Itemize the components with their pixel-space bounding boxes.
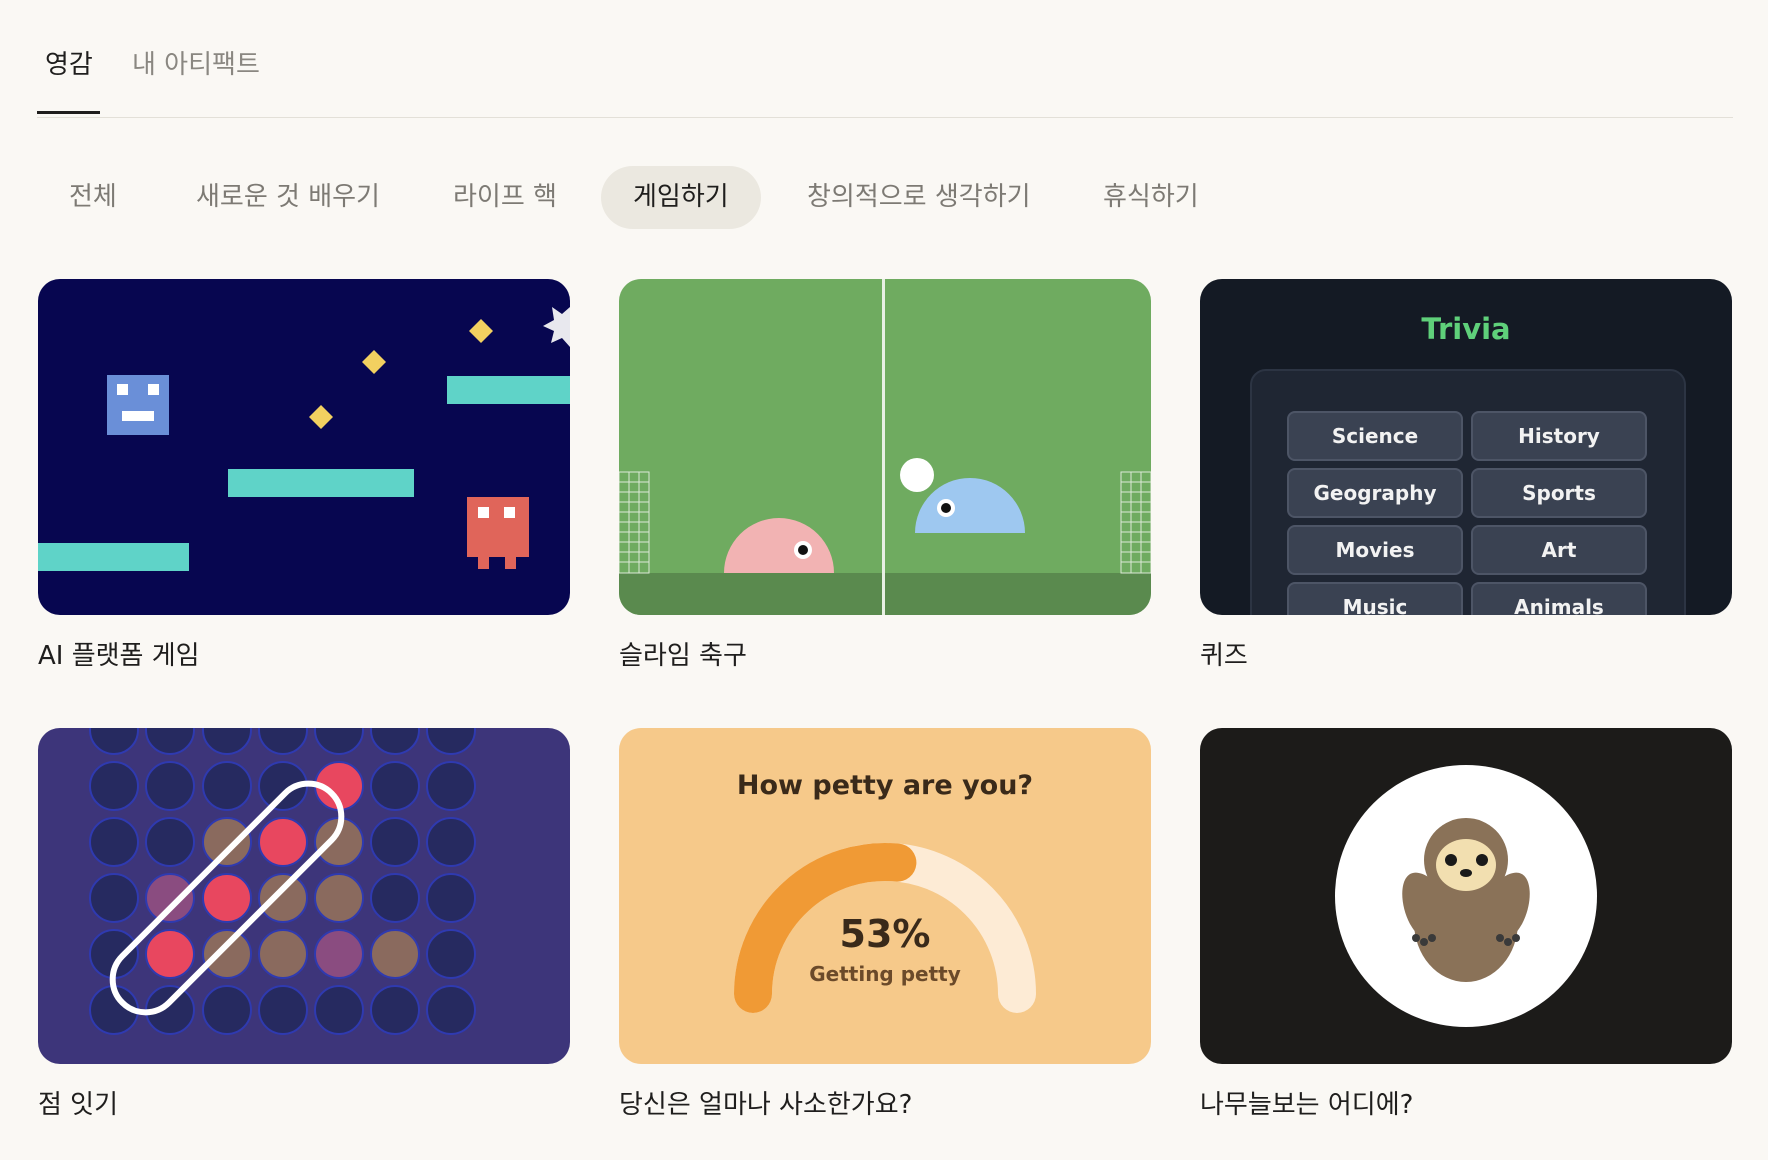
board-slot (202, 728, 252, 755)
tab-inspiration[interactable]: 영감 (45, 44, 93, 81)
board-slot (145, 761, 195, 811)
card-connect-dots[interactable]: 점 잇기 (38, 728, 570, 1121)
board-slot (145, 817, 195, 867)
board-slot (370, 817, 420, 867)
board-slot (314, 728, 364, 755)
board-slot (202, 929, 252, 979)
petty-status: Getting petty (809, 962, 961, 986)
board-slot (426, 985, 476, 1035)
trivia-topic-button: Movies (1287, 525, 1463, 575)
petty-meter-thumbnail: How petty are you? 53% Getting petty (619, 728, 1151, 1064)
category-chip-life-hacks[interactable]: 라이프 핵 (421, 166, 589, 229)
board-slot (314, 985, 364, 1035)
board-slot (258, 817, 308, 867)
category-chip-learn[interactable]: 새로운 것 배우기 (164, 166, 412, 229)
trivia-topic-button: Music (1287, 582, 1463, 615)
trivia-topic-button: History (1471, 411, 1647, 461)
board-slot (426, 761, 476, 811)
board-slot (370, 929, 420, 979)
card-how-petty[interactable]: How petty are you? 53% Getting petty 당신은… (619, 728, 1151, 1121)
board-slot (202, 761, 252, 811)
sloth-thumbnail (1200, 728, 1732, 1064)
board-slot (370, 873, 420, 923)
category-chip-play-games[interactable]: 게임하기 (601, 166, 761, 229)
connect-four-board (89, 728, 476, 1035)
trivia-topic-button: Animals (1471, 582, 1647, 615)
board-slot (426, 728, 476, 755)
card-title: 나무늘보는 어디에? (1200, 1090, 1414, 1120)
petty-percent: 53% (839, 912, 931, 956)
card-title: 점 잇기 (38, 1090, 119, 1120)
board-slot (89, 873, 139, 923)
board-slot (202, 817, 252, 867)
trivia-topic-button: Science (1287, 411, 1463, 461)
trivia-topic-button: Sports (1471, 468, 1647, 518)
category-chip-relax[interactable]: 휴식하기 (1071, 166, 1231, 229)
board-slot (145, 873, 195, 923)
board-slot (89, 728, 139, 755)
category-chip-all[interactable]: 전체 (37, 166, 149, 229)
board-slot (426, 817, 476, 867)
active-tab-indicator (37, 111, 100, 114)
card-ai-platform-game[interactable]: AI 플랫폼 게임 (38, 279, 570, 672)
board-slot (370, 761, 420, 811)
category-chip-think-creatively[interactable]: 창의적으로 생각하기 (775, 166, 1063, 229)
board-slot (202, 985, 252, 1035)
board-slot (89, 817, 139, 867)
card-title: AI 플랫폼 게임 (38, 641, 200, 671)
platform-game-thumbnail (38, 279, 570, 615)
card-where-is-sloth[interactable]: 나무늘보는 어디에? (1200, 728, 1732, 1121)
board-slot (145, 929, 195, 979)
slime-soccer-thumbnail (619, 279, 1151, 615)
board-slot (370, 728, 420, 755)
card-title: 퀴즈 (1200, 641, 1248, 671)
board-slot (258, 985, 308, 1035)
board-slot (258, 929, 308, 979)
board-slot (314, 929, 364, 979)
top-tab-bar: 영감 내 아티팩트 (37, 0, 1733, 118)
board-slot (258, 728, 308, 755)
card-title: 당신은 얼마나 사소한가요? (619, 1090, 913, 1120)
trivia-thumbnail: Trivia Science History Geography Sports … (1200, 279, 1732, 615)
card-quiz[interactable]: Trivia Science History Geography Sports … (1200, 279, 1732, 672)
tab-my-artifacts[interactable]: 내 아티팩트 (132, 44, 260, 81)
board-slot (426, 873, 476, 923)
board-slot (426, 929, 476, 979)
connect-four-thumbnail (38, 728, 570, 1064)
board-slot (89, 761, 139, 811)
board-slot (370, 985, 420, 1035)
board-slot (145, 728, 195, 755)
board-slot (314, 873, 364, 923)
trivia-topic-button: Art (1471, 525, 1647, 575)
trivia-heading: Trivia (1421, 312, 1511, 346)
card-title: 슬라임 축구 (619, 641, 747, 671)
trivia-topic-button: Geography (1287, 468, 1463, 518)
card-slime-soccer[interactable]: 슬라임 축구 (619, 279, 1151, 672)
board-slot (202, 873, 252, 923)
board-slot (258, 873, 308, 923)
